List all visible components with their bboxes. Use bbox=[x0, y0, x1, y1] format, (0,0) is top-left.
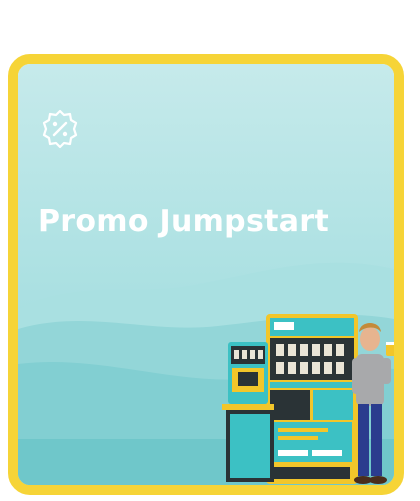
promo-title: Promo Jumpstart bbox=[38, 204, 330, 239]
discount-badge-icon bbox=[42, 109, 78, 149]
promo-card[interactable]: Promo Jumpstart bbox=[8, 54, 404, 495]
vending-kiosk-illustration bbox=[222, 314, 394, 484]
